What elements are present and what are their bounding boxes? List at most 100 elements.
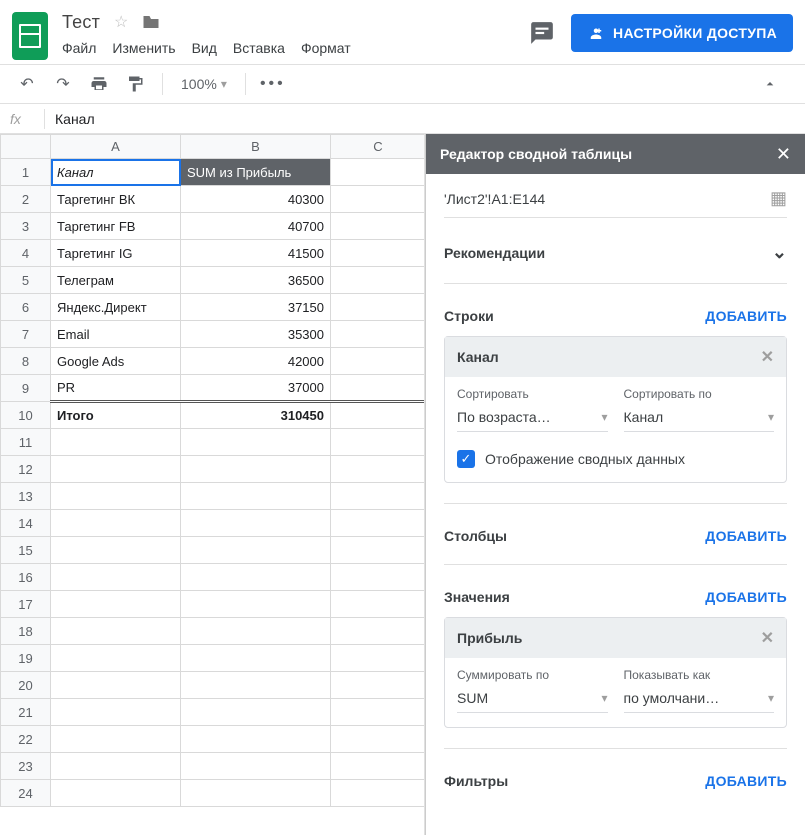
cell[interactable] <box>331 510 426 537</box>
row-header[interactable]: 15 <box>1 537 51 564</box>
row-header[interactable]: 5 <box>1 267 51 294</box>
cell[interactable] <box>331 213 426 240</box>
row-header[interactable]: 10 <box>1 402 51 429</box>
cell[interactable] <box>331 780 426 807</box>
menu-edit[interactable]: Изменить <box>112 40 175 56</box>
cell[interactable] <box>181 483 331 510</box>
row-header[interactable]: 12 <box>1 456 51 483</box>
cell[interactable] <box>331 645 426 672</box>
cell[interactable]: Телеграм <box>51 267 181 294</box>
col-header-c[interactable]: C <box>331 135 426 159</box>
cell[interactable] <box>331 699 426 726</box>
cell[interactable]: Яндекс.Директ <box>51 294 181 321</box>
cell[interactable] <box>51 564 181 591</box>
cell[interactable] <box>51 591 181 618</box>
row-header[interactable]: 13 <box>1 483 51 510</box>
cell[interactable] <box>181 726 331 753</box>
redo-button[interactable]: ↷ <box>48 69 78 99</box>
menu-view[interactable]: Вид <box>192 40 217 56</box>
remove-values-chip-button[interactable]: ✕ <box>761 628 774 648</box>
row-header[interactable]: 24 <box>1 780 51 807</box>
cell[interactable] <box>181 753 331 780</box>
cell[interactable]: SUM из Прибыль <box>181 159 331 186</box>
cell[interactable]: PR <box>51 375 181 402</box>
cell[interactable] <box>181 429 331 456</box>
select-all-cell[interactable] <box>1 135 51 159</box>
cell[interactable]: 310450 <box>181 402 331 429</box>
show-totals-checkbox[interactable]: ✓ <box>457 450 475 468</box>
sort-by-select[interactable]: Канал ▾ <box>624 405 775 432</box>
cell[interactable] <box>331 672 426 699</box>
cell[interactable] <box>331 429 426 456</box>
cell[interactable] <box>51 699 181 726</box>
add-filters-button[interactable]: ДОБАВИТЬ <box>705 773 787 789</box>
add-rows-button[interactable]: ДОБАВИТЬ <box>705 308 787 324</box>
cell[interactable] <box>331 591 426 618</box>
cell[interactable] <box>331 726 426 753</box>
row-header[interactable]: 1 <box>1 159 51 186</box>
expand-recommendations-button[interactable]: ⌄ <box>772 242 787 263</box>
cell[interactable]: Таргетинг IG <box>51 240 181 267</box>
cell[interactable] <box>331 537 426 564</box>
cell[interactable]: Итого <box>51 402 181 429</box>
paint-format-button[interactable] <box>120 69 150 99</box>
row-header[interactable]: 22 <box>1 726 51 753</box>
print-button[interactable] <box>84 69 114 99</box>
row-header[interactable]: 3 <box>1 213 51 240</box>
data-range-input[interactable]: 'Лист2'!A1:E144 <box>444 191 545 207</box>
cell[interactable]: 36500 <box>181 267 331 294</box>
cell[interactable]: Email <box>51 321 181 348</box>
select-range-icon[interactable]: ▦ <box>770 188 787 209</box>
document-title[interactable]: Тест <box>62 12 100 33</box>
cell[interactable] <box>51 456 181 483</box>
close-panel-button[interactable]: ✕ <box>776 144 791 165</box>
share-button[interactable]: НАСТРОЙКИ ДОСТУПА <box>571 14 793 52</box>
sort-order-select[interactable]: По возраста… ▾ <box>457 405 608 432</box>
row-header[interactable]: 21 <box>1 699 51 726</box>
comments-icon[interactable] <box>529 20 555 46</box>
cell[interactable]: 41500 <box>181 240 331 267</box>
cell[interactable] <box>331 294 426 321</box>
cell[interactable] <box>181 537 331 564</box>
cell[interactable] <box>51 753 181 780</box>
cell[interactable] <box>331 456 426 483</box>
cell[interactable] <box>51 645 181 672</box>
summarize-by-select[interactable]: SUM ▾ <box>457 686 608 713</box>
cell[interactable] <box>181 456 331 483</box>
cell[interactable] <box>331 186 426 213</box>
row-header[interactable]: 14 <box>1 510 51 537</box>
cell[interactable] <box>331 321 426 348</box>
row-header[interactable]: 18 <box>1 618 51 645</box>
add-columns-button[interactable]: ДОБАВИТЬ <box>705 528 787 544</box>
zoom-select[interactable]: 100% ▾ <box>175 76 233 92</box>
cell[interactable] <box>181 564 331 591</box>
cell[interactable]: 37000 <box>181 375 331 402</box>
cell[interactable]: Google Ads <box>51 348 181 375</box>
row-header[interactable]: 16 <box>1 564 51 591</box>
menu-format[interactable]: Формат <box>301 40 351 56</box>
cell[interactable] <box>51 726 181 753</box>
cell[interactable]: 40300 <box>181 186 331 213</box>
cell[interactable] <box>331 159 426 186</box>
row-header[interactable]: 4 <box>1 240 51 267</box>
row-header[interactable]: 20 <box>1 672 51 699</box>
cell[interactable] <box>181 591 331 618</box>
cell[interactable]: Таргетинг ВК <box>51 186 181 213</box>
row-header[interactable]: 6 <box>1 294 51 321</box>
cell[interactable] <box>51 483 181 510</box>
row-header[interactable]: 9 <box>1 375 51 402</box>
cell[interactable] <box>51 618 181 645</box>
cell[interactable]: 42000 <box>181 348 331 375</box>
cell[interactable] <box>181 510 331 537</box>
cell[interactable] <box>181 618 331 645</box>
cell[interactable]: Таргетинг FB <box>51 213 181 240</box>
cell[interactable] <box>331 618 426 645</box>
more-toolbar-button[interactable]: ••• <box>258 69 288 99</box>
cell[interactable]: 35300 <box>181 321 331 348</box>
cell[interactable] <box>331 483 426 510</box>
cell[interactable] <box>51 672 181 699</box>
row-header[interactable]: 7 <box>1 321 51 348</box>
cell[interactable] <box>181 645 331 672</box>
cell[interactable] <box>331 753 426 780</box>
cell[interactable] <box>331 375 426 402</box>
